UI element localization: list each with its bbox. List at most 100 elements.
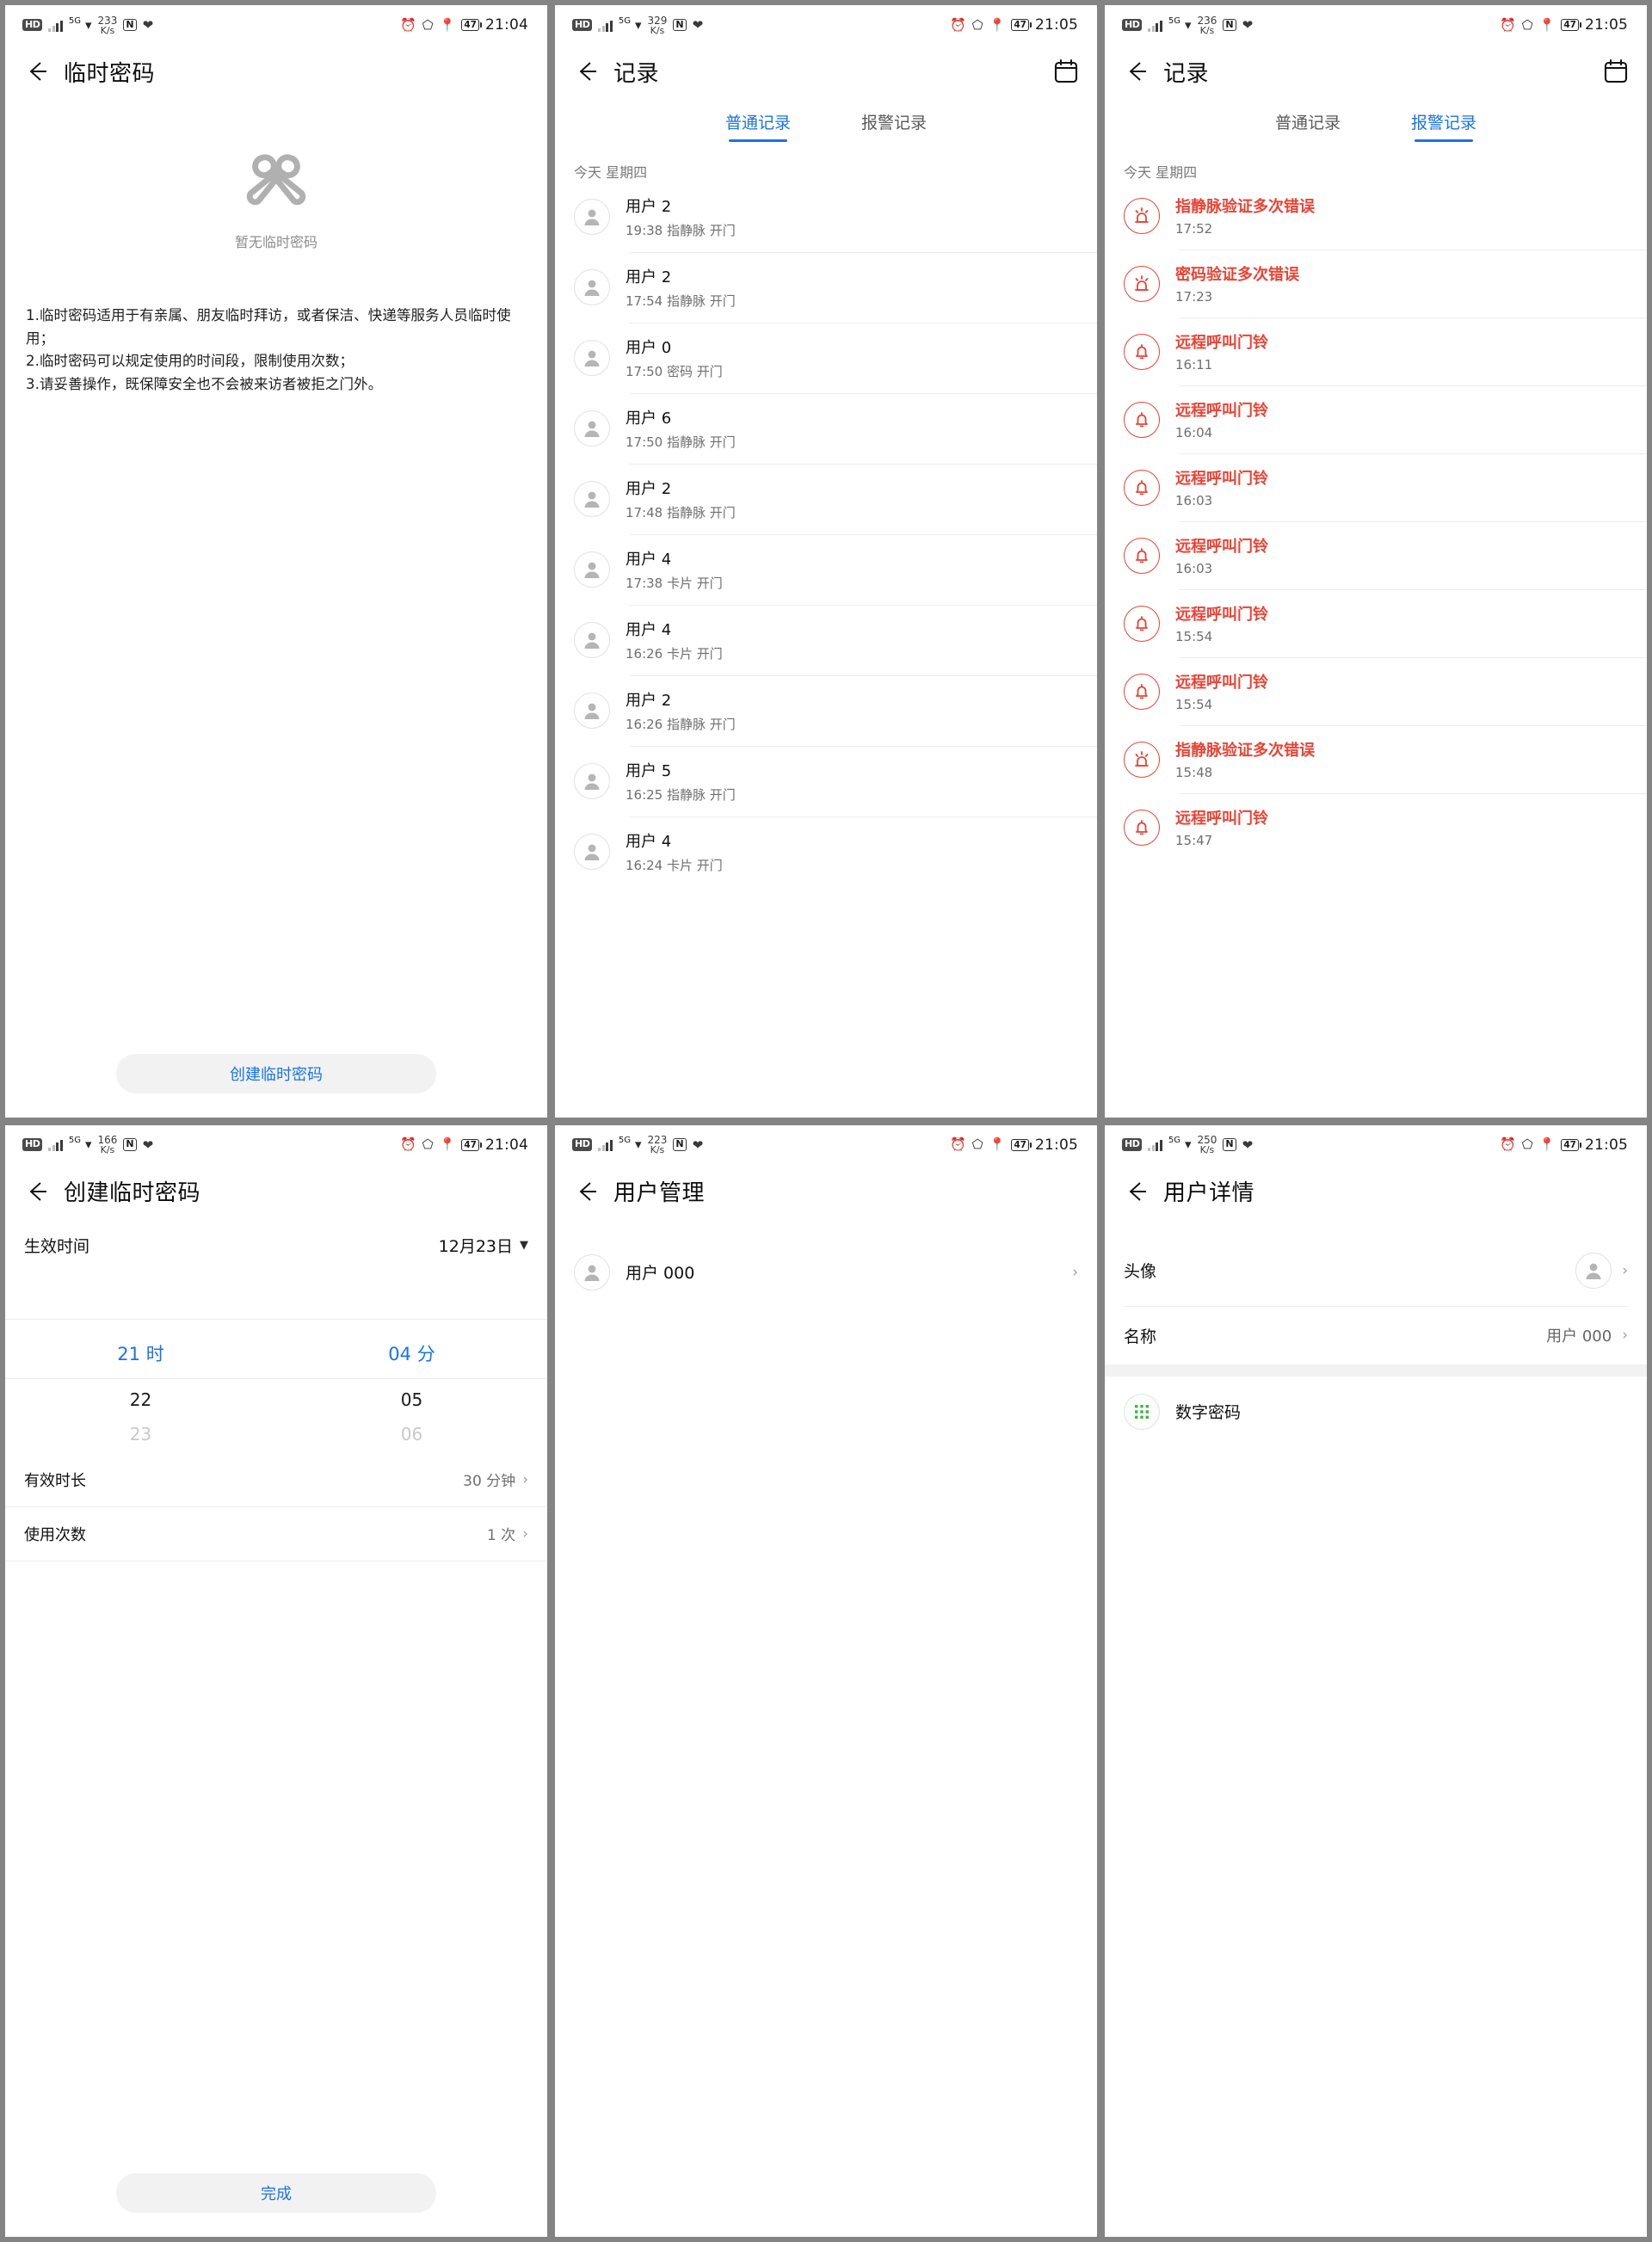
wifi-icon: ▾: [1184, 16, 1192, 33]
calendar-icon[interactable]: [1604, 59, 1628, 84]
chevron-right-icon[interactable]: ›: [522, 1471, 528, 1488]
table-row[interactable]: 用户 2 19:38 指静脉 开门: [555, 182, 1097, 252]
tab-alarm-records[interactable]: 报警记录: [861, 110, 927, 142]
hour-next-value-1: 22: [129, 1389, 152, 1410]
uses-row[interactable]: 使用次数 1 次 ›: [5, 1507, 547, 1561]
alarm-body: 远程呼叫门铃 15:54: [1175, 670, 1268, 712]
bluetooth-icon: ⬠: [1521, 1136, 1533, 1152]
heart-icon: ❤: [142, 17, 154, 33]
avatar: [574, 410, 610, 447]
status-bar-right: ⏰ ⬠ 📍 47 21:05: [1500, 1136, 1628, 1154]
location-icon: 📍: [439, 1136, 456, 1152]
create-temp-password-button[interactable]: 创建临时密码: [116, 1053, 436, 1093]
table-row[interactable]: 远程呼叫门铃 16:11: [1105, 317, 1647, 385]
table-row[interactable]: 用户 0 17:50 密码 开门: [555, 323, 1097, 393]
record-detail: 17:38 卡片 开门: [626, 576, 723, 591]
alarm-body: 远程呼叫门铃 16:04: [1175, 398, 1268, 440]
table-row[interactable]: 用户 2 17:48 指静脉 开门: [555, 464, 1097, 534]
status-bar: HD 5G ▾ 236 K/s N ❤ ⏰ ⬠ 📍 47 21:05: [1105, 5, 1647, 45]
table-row[interactable]: 用户 4 16:24 卡片 开门: [555, 816, 1097, 887]
effective-time-row[interactable]: 生效时间 12月23日 ▼: [5, 1218, 547, 1272]
table-row[interactable]: 远程呼叫门铃 15:54: [1105, 657, 1647, 725]
table-row[interactable]: 用户 6 17:50 指静脉 开门: [555, 393, 1097, 464]
table-row[interactable]: 远程呼叫门铃 15:54: [1105, 589, 1647, 657]
chevron-right-icon[interactable]: ›: [522, 1525, 528, 1543]
alarm-time: 17:23: [1175, 289, 1213, 305]
avatar: [574, 1253, 610, 1290]
uses-label: 使用次数: [24, 1525, 86, 1544]
chevron-right-icon[interactable]: ›: [1072, 1264, 1078, 1281]
record-user: 用户 4: [626, 833, 672, 851]
table-row[interactable]: 指静脉验证多次错误 15:48: [1105, 725, 1647, 793]
panel-user-details: HD 5G ▾ 250 K/s N ❤ ⏰ ⬠ 📍 47 21:05 用户详情 …: [1105, 1124, 1647, 2237]
table-row[interactable]: 用户 4 16:26 卡片 开门: [555, 605, 1097, 675]
table-row[interactable]: 远程呼叫门铃 16:04: [1105, 385, 1647, 453]
tab-alarm-records[interactable]: 报警记录: [1411, 110, 1476, 142]
calendar-icon[interactable]: [1054, 59, 1078, 84]
minute-column-selected[interactable]: 04 分: [276, 1327, 547, 1378]
table-row[interactable]: 用户 5 16:25 指静脉 开门: [555, 746, 1097, 816]
table-row[interactable]: 密码验证多次错误 17:23: [1105, 249, 1647, 317]
bell-icon: [1124, 401, 1160, 438]
tab-normal-records[interactable]: 普通记录: [1275, 110, 1341, 142]
back-arrow-icon[interactable]: [1122, 57, 1151, 86]
avatar-row[interactable]: 头像 ›: [1105, 1235, 1647, 1306]
record-detail: 17:50 指静脉 开门: [626, 434, 736, 450]
digital-password-row[interactable]: 数字密码: [1105, 1377, 1647, 1447]
status-bar-right: ⏰ ⬠ 📍 47 21:05: [1500, 16, 1628, 34]
alarm-time: 16:03: [1175, 561, 1213, 576]
alarm-body: 指静脉验证多次错误 17:52: [1175, 194, 1315, 237]
avatar: [574, 551, 610, 588]
screenshot-grid: HD 5G ▾ 233 K/s N ❤ ⏰ ⬠ 📍 47 21:04 临时密码 …: [0, 0, 1652, 2242]
back-arrow-icon[interactable]: [22, 1177, 52, 1206]
time-picker[interactable]: 21 时 04 分 22 23 05 06: [5, 1320, 547, 1453]
table-row[interactable]: 指静脉验证多次错误 17:52: [1105, 182, 1647, 249]
app-bar: 记录: [555, 45, 1097, 98]
chevron-right-icon[interactable]: ›: [1622, 1262, 1628, 1279]
minute-selected-value: 04 分: [388, 1343, 435, 1364]
duration-row[interactable]: 有效时长 30 分钟 ›: [5, 1453, 547, 1506]
table-row[interactable]: 用户 4 17:38 卡片 开门: [555, 534, 1097, 605]
status-bar-left: HD 5G ▾ 166 K/s N ❤: [22, 1135, 153, 1155]
back-arrow-icon[interactable]: [1122, 1177, 1151, 1206]
avatar: [574, 199, 610, 235]
alarm-title: 远程呼叫门铃: [1175, 470, 1268, 488]
bell-icon: [1124, 673, 1160, 710]
hour-column-selected[interactable]: 21 时: [5, 1327, 276, 1378]
chevron-right-icon[interactable]: ›: [1622, 1327, 1628, 1344]
name-row[interactable]: 名称 用户 000 ›: [1105, 1307, 1647, 1364]
minute-column-next[interactable]: 05 06: [276, 1379, 547, 1453]
table-row[interactable]: 用户 2 17:54 指静脉 开门: [555, 252, 1097, 323]
tab-normal-records[interactable]: 普通记录: [725, 110, 791, 142]
clock-label: 21:04: [485, 16, 528, 34]
table-row[interactable]: 用户 2 16:26 指静脉 开门: [555, 675, 1097, 746]
chevron-down-icon[interactable]: ▼: [520, 1239, 528, 1252]
alarm-clock-icon: ⏰: [1499, 16, 1516, 33]
time-picker-selected-row: 21 时 04 分: [5, 1327, 547, 1378]
network-type-label: 5G: [618, 1136, 631, 1145]
network-speed-value: 233: [97, 14, 118, 27]
record-tabs: 普通记录 报警记录: [555, 98, 1097, 142]
network-speed-unit: K/s: [650, 24, 665, 36]
alarm-body: 远程呼叫门铃 15:47: [1175, 806, 1268, 848]
table-row[interactable]: 远程呼叫门铃 16:03: [1105, 453, 1647, 521]
status-bar-left: HD 5G ▾ 250 K/s N ❤: [1122, 1135, 1253, 1155]
alarm-time: 16:11: [1175, 357, 1213, 373]
list-item[interactable]: 用户 000 ›: [555, 1237, 1097, 1308]
back-arrow-icon[interactable]: [572, 57, 601, 86]
bell-icon: [1124, 469, 1160, 506]
done-button[interactable]: 完成: [116, 2173, 436, 2213]
back-arrow-icon[interactable]: [572, 1177, 601, 1206]
normal-record-list: 用户 2 19:38 指静脉 开门 用户 2 17:54 指静脉 开门 用户 0…: [555, 182, 1097, 887]
network-type-label: 5G: [618, 15, 631, 26]
table-row[interactable]: 远程呼叫门铃 16:03: [1105, 521, 1647, 589]
avatar: [574, 269, 610, 305]
hour-column-next[interactable]: 22 23: [5, 1379, 276, 1453]
back-arrow-icon[interactable]: [22, 57, 52, 86]
network-speed-unit: K/s: [650, 1144, 665, 1155]
record-user: 用户 0: [626, 339, 672, 357]
avatar: [1575, 1252, 1612, 1289]
table-row[interactable]: 远程呼叫门铃 15:47: [1105, 793, 1647, 861]
uses-value: 1 次: [486, 1527, 516, 1544]
clock-label: 21:05: [1035, 1136, 1078, 1154]
